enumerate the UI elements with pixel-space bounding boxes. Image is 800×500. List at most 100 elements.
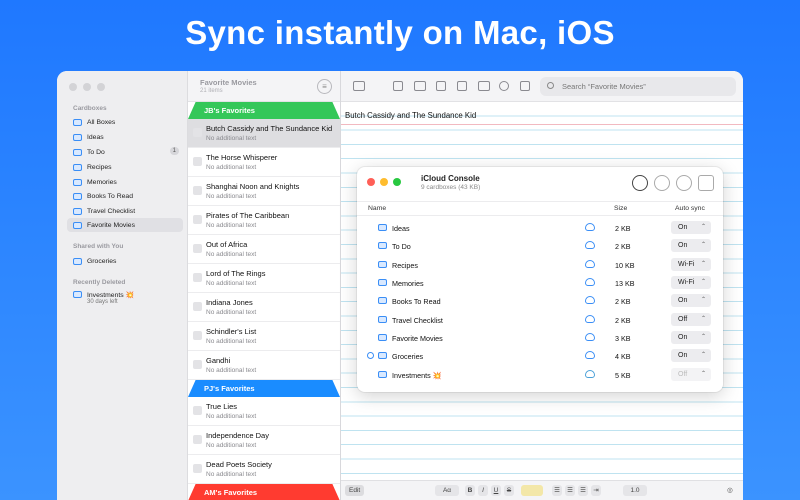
font-button[interactable]: Aα	[435, 485, 459, 496]
auto-sync-select[interactable]: Off	[671, 313, 711, 326]
console-minimize-dot[interactable]	[380, 178, 388, 186]
sidebar-item-memories[interactable]: Memories	[67, 175, 183, 189]
table-row[interactable]: To Do 2 KB On	[357, 237, 723, 255]
edit-button[interactable]: Edit	[345, 485, 365, 496]
info-icon[interactable]	[654, 175, 670, 191]
sidebar-item-books-to-read[interactable]: Books To Read	[67, 189, 183, 203]
table-row[interactable]: Books To Read 2 KB On	[357, 292, 723, 310]
share-icon[interactable]	[520, 81, 530, 91]
highlight-color-icon[interactable]	[521, 485, 543, 496]
checkbox[interactable]	[193, 406, 202, 415]
column-auto-sync[interactable]: Auto sync	[675, 205, 705, 212]
sidebar-item-travel-checklist[interactable]: Travel Checklist	[67, 204, 183, 218]
list-item[interactable]: Gandhi No additional text	[188, 351, 340, 380]
line-spacing-select[interactable]: 1.0	[623, 485, 647, 496]
auto-sync-select[interactable]: On	[671, 349, 711, 362]
checkbox[interactable]	[193, 128, 202, 137]
card-subtitle: No additional text	[206, 222, 257, 229]
table-row[interactable]: Travel Checklist 2 KB Off	[357, 311, 723, 329]
compose-icon[interactable]	[393, 81, 403, 91]
close-dot[interactable]	[69, 83, 77, 91]
card-subtitle: No additional text	[206, 193, 257, 200]
group-header[interactable]: PJ's Favorites	[188, 380, 340, 397]
auto-sync-select[interactable]: Wi-Fi	[671, 258, 711, 271]
underline-button[interactable]: U	[491, 485, 501, 496]
checkbox[interactable]	[193, 157, 202, 166]
checkbox[interactable]	[193, 435, 202, 444]
filter-icon[interactable]: ≡	[317, 79, 332, 94]
bullet-list-icon[interactable]: ☰	[552, 485, 562, 496]
card-subtitle: No additional text	[206, 413, 257, 420]
table-row[interactable]: Investments 💥 5 KB Off	[357, 366, 723, 384]
auto-sync-select[interactable]: On	[671, 239, 711, 252]
tray-icon[interactable]	[414, 81, 426, 91]
zoom-dot[interactable]	[97, 83, 105, 91]
list-item[interactable]: Pirates of The Caribbean No additional te…	[188, 206, 340, 235]
numbered-list-icon[interactable]: ☰	[565, 485, 575, 496]
group-header[interactable]: AM's Favorites	[188, 484, 340, 500]
share-people-icon[interactable]	[499, 81, 509, 91]
console-close-dot[interactable]	[367, 178, 375, 186]
note-title[interactable]: Butch Cassidy and The Sundance Kid	[345, 111, 476, 120]
console-zoom-dot[interactable]	[393, 178, 401, 186]
sidebar-item-to-do[interactable]: To Do 1	[67, 145, 183, 159]
checkbox[interactable]	[193, 464, 202, 473]
bold-button[interactable]: B	[465, 485, 475, 496]
card-title: The Horse Whisperer	[206, 153, 278, 162]
checklist-icon[interactable]: ☰	[578, 485, 588, 496]
group-header[interactable]: JB's Favorites	[188, 102, 340, 119]
sidebar-item-ideas[interactable]: Ideas	[67, 130, 183, 144]
table-row[interactable]: Recipes 10 KB Wi-Fi	[357, 256, 723, 274]
list-item[interactable]: Lord of The Rings No additional text	[188, 264, 340, 293]
checkbox[interactable]	[193, 360, 202, 369]
table-row[interactable]: Favorite Movies 3 KB On	[357, 329, 723, 347]
sidebar-item-groceries[interactable]: Groceries	[67, 254, 183, 268]
auto-sync-select[interactable]: On	[671, 294, 711, 307]
checkbox[interactable]	[193, 215, 202, 224]
column-size[interactable]: Size	[614, 205, 627, 212]
column-name[interactable]: Name	[368, 205, 386, 212]
checkbox[interactable]	[193, 273, 202, 282]
strikethrough-button[interactable]: S	[504, 485, 514, 496]
sidebar-item-all-boxes[interactable]: All Boxes	[67, 115, 183, 129]
trash-icon[interactable]	[698, 175, 714, 191]
checkbox[interactable]	[193, 244, 202, 253]
cardbox-icon	[378, 334, 387, 341]
list-item[interactable]: The Horse Whisperer No additional text	[188, 148, 340, 177]
refresh-icon[interactable]	[632, 175, 648, 191]
list-item[interactable]: Butch Cassidy and The Sundance Kid No add…	[188, 119, 340, 148]
calendar-icon[interactable]	[457, 81, 467, 91]
auto-sync-select: Off	[671, 368, 711, 381]
sidebar-item-recipes[interactable]: Recipes	[67, 160, 183, 174]
list-item[interactable]: Schindler's List No additional text	[188, 322, 340, 351]
search-input[interactable]: Search “Favorite Movies”	[540, 77, 736, 96]
list-item[interactable]: Shanghai Noon and Knights No additional t…	[188, 177, 340, 206]
margin-line	[341, 124, 743, 125]
row-size: 2 KB	[615, 224, 631, 233]
auto-sync-select[interactable]: On	[671, 221, 711, 234]
minimize-dot[interactable]	[83, 83, 91, 91]
checkbox[interactable]	[193, 302, 202, 311]
list-item[interactable]: Indiana Jones No additional text	[188, 293, 340, 322]
italic-button[interactable]: I	[478, 485, 488, 496]
trash-icon[interactable]	[436, 81, 446, 91]
sidebar-item-investments[interactable]: Investments 💥 30 days left	[67, 289, 183, 309]
checkbox[interactable]	[193, 331, 202, 340]
sidebar-toggle-icon[interactable]	[353, 81, 365, 91]
cloud-icon	[585, 296, 595, 304]
list-item[interactable]: Dead Poets Society No additional text	[188, 455, 340, 484]
auto-sync-select[interactable]: On	[671, 331, 711, 344]
list-icon[interactable]	[478, 81, 490, 91]
checkbox[interactable]	[193, 186, 202, 195]
auto-sync-select[interactable]: Wi-Fi	[671, 276, 711, 289]
cloud-download-icon[interactable]	[676, 175, 692, 191]
table-row[interactable]: Groceries 4 KB On	[357, 347, 723, 365]
indent-icon[interactable]: ⇥	[591, 485, 601, 496]
table-row[interactable]: Memories 13 KB Wi-Fi	[357, 274, 723, 292]
sidebar-item-favorite-movies[interactable]: Favorite Movies	[67, 218, 183, 232]
list-item[interactable]: True Lies No additional text	[188, 397, 340, 426]
list-item[interactable]: Out of Africa No additional text	[188, 235, 340, 264]
list-item[interactable]: Independence Day No additional text	[188, 426, 340, 455]
table-row[interactable]: Ideas 2 KB On	[357, 219, 723, 237]
broadcast-icon[interactable]: ◎	[724, 485, 736, 496]
